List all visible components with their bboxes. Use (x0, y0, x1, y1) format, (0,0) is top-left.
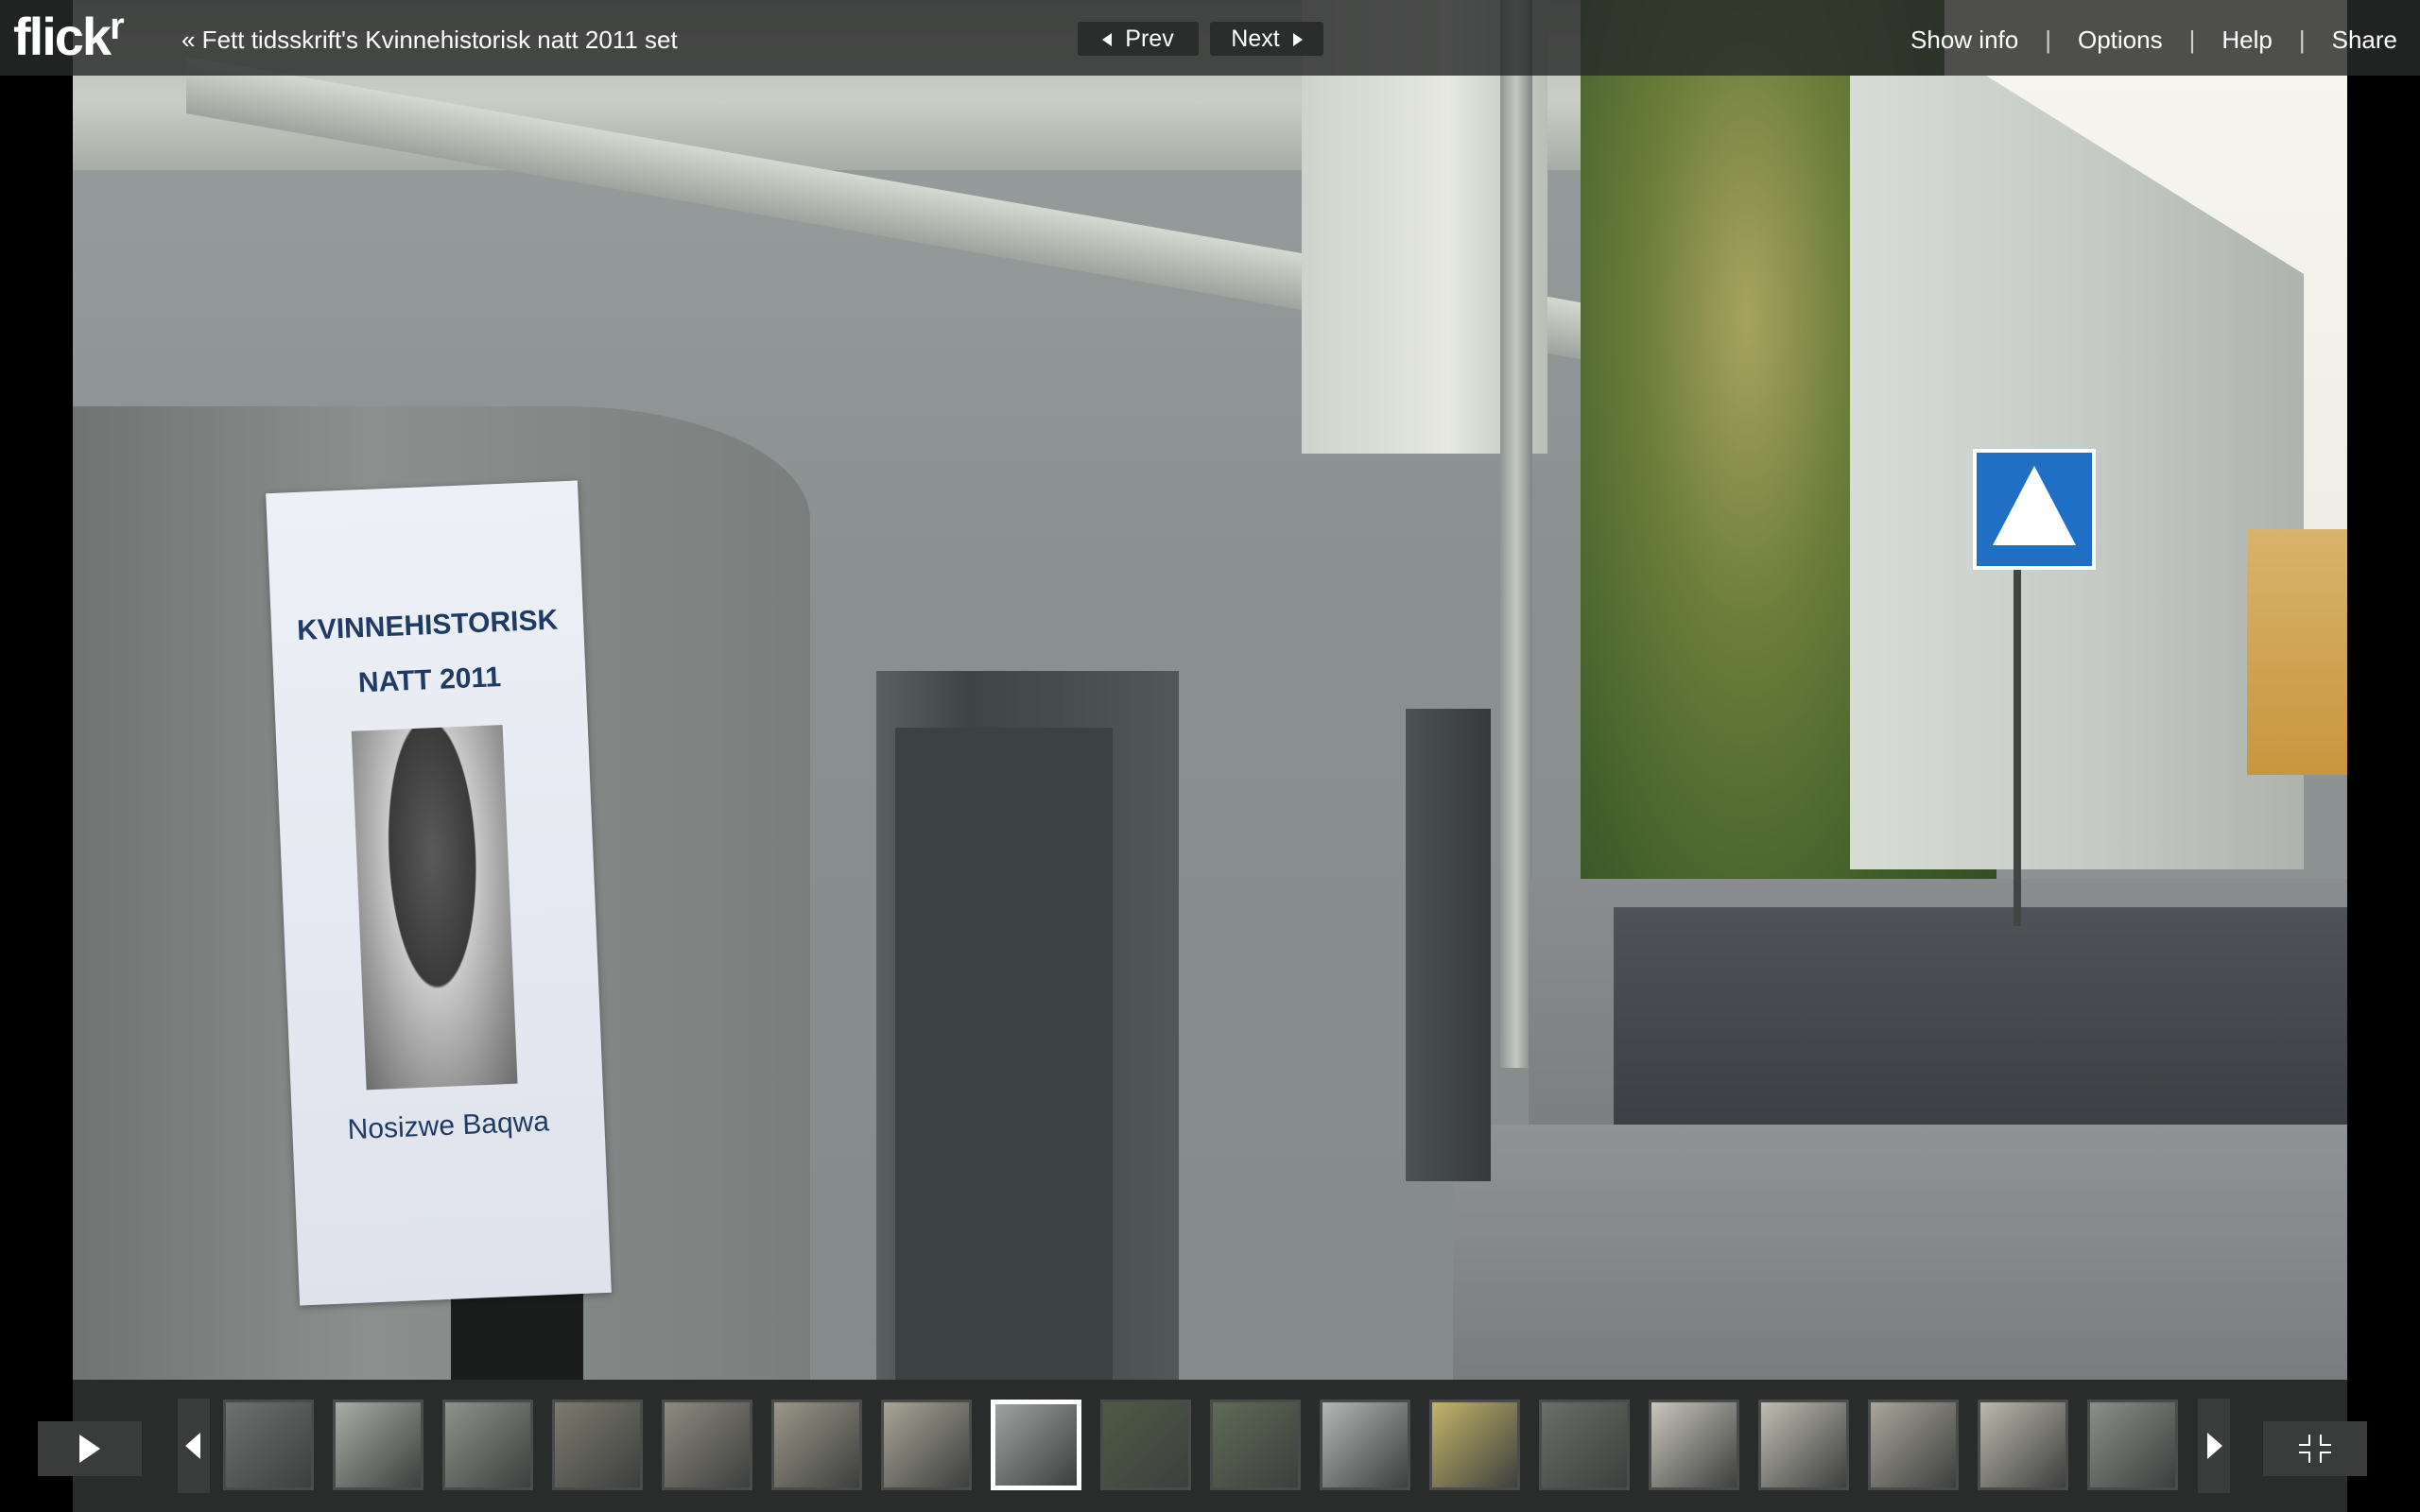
slideshow-play-button[interactable] (38, 1421, 142, 1476)
chevron-right-icon (2207, 1433, 2222, 1459)
main-photo[interactable]: KVINNEHISTORISK NATT 2011 Nosizwe Baqwa (73, 0, 2347, 1380)
thumbnail-image[interactable] (771, 1400, 862, 1490)
menu-separator: | (2188, 26, 2196, 54)
thumbnail-image[interactable] (442, 1400, 533, 1490)
thumbnail-image[interactable] (1758, 1400, 1849, 1490)
show-info-link[interactable]: Show info (1899, 26, 2030, 55)
exit-fullscreen-button[interactable] (2263, 1421, 2367, 1476)
photo-sign-post (2014, 558, 2021, 926)
next-arrow-icon (1292, 33, 1303, 47)
options-link[interactable]: Options (2066, 26, 2174, 55)
logo-r: r (110, 6, 125, 47)
flickr-logo[interactable]: flickr (13, 6, 125, 67)
share-link[interactable]: Share (2321, 26, 2409, 55)
top-menu: Show info | Options | Help | Share (1899, 26, 2409, 55)
thumbnail-image[interactable] (1539, 1400, 1630, 1490)
logo-text: flick (13, 7, 112, 66)
thumbnail-image[interactable] (1429, 1400, 1520, 1490)
photo-wall-niche-small (1406, 709, 1491, 1181)
thumbnail-image[interactable] (662, 1400, 752, 1490)
photo-drainpipe (1500, 0, 1532, 1068)
filmstrip-scroll-right-button[interactable] (2198, 1399, 2230, 1493)
top-bar: flickr « Fett tidsskrift's Kvinnehistori… (0, 0, 2420, 76)
chevron-left-icon (185, 1433, 200, 1459)
poster-title-line2: NATT 2011 (357, 662, 502, 699)
thumbnail-image[interactable] (1649, 1400, 1739, 1490)
filmstrip (0, 1380, 2420, 1512)
menu-separator: | (2298, 26, 2306, 54)
photo-asphalt (1614, 907, 2347, 1139)
thumbnail-image[interactable] (552, 1400, 643, 1490)
back-to-set-link[interactable]: « Fett tidsskrift's Kvinnehistorisk natt… (182, 26, 678, 55)
thumbnail-image[interactable] (1978, 1400, 2068, 1490)
filmstrip-scroll-left-button[interactable] (178, 1399, 210, 1493)
thumbnail-image[interactable] (333, 1400, 424, 1490)
thumbnail-image[interactable] (1320, 1400, 1410, 1490)
next-button[interactable]: Next (1210, 22, 1323, 56)
thumbnail-image[interactable] (2087, 1400, 2178, 1490)
thumbnail-image[interactable] (1100, 1400, 1191, 1490)
help-link[interactable]: Help (2210, 26, 2283, 55)
poster-title-line1: KVINNEHISTORISK (296, 604, 559, 647)
poster-name: Nosizwe Baqwa (347, 1106, 550, 1146)
next-label: Next (1231, 26, 1280, 52)
thumbnail-image[interactable] (991, 1400, 1081, 1490)
photo-poster: KVINNEHISTORISK NATT 2011 Nosizwe Baqwa (266, 480, 612, 1306)
prev-button[interactable]: Prev (1078, 22, 1199, 56)
poster-portrait (351, 725, 518, 1091)
prev-label: Prev (1125, 26, 1174, 52)
thumbnail-image[interactable] (1210, 1400, 1301, 1490)
photo-wall-niche-inner (895, 728, 1113, 1380)
prev-arrow-icon (1102, 33, 1113, 47)
exit-fullscreen-icon (2299, 1435, 2331, 1463)
crosswalk-sign-icon (1973, 449, 2096, 570)
thumbnail-image[interactable] (1868, 1400, 1959, 1490)
thumbnail-image[interactable] (223, 1400, 314, 1490)
photo-yellow-building (2247, 529, 2347, 775)
photo-sidewalk (1453, 1125, 2347, 1380)
thumbnail-image[interactable] (881, 1400, 972, 1490)
play-icon (79, 1435, 100, 1463)
menu-separator: | (2045, 26, 2051, 54)
